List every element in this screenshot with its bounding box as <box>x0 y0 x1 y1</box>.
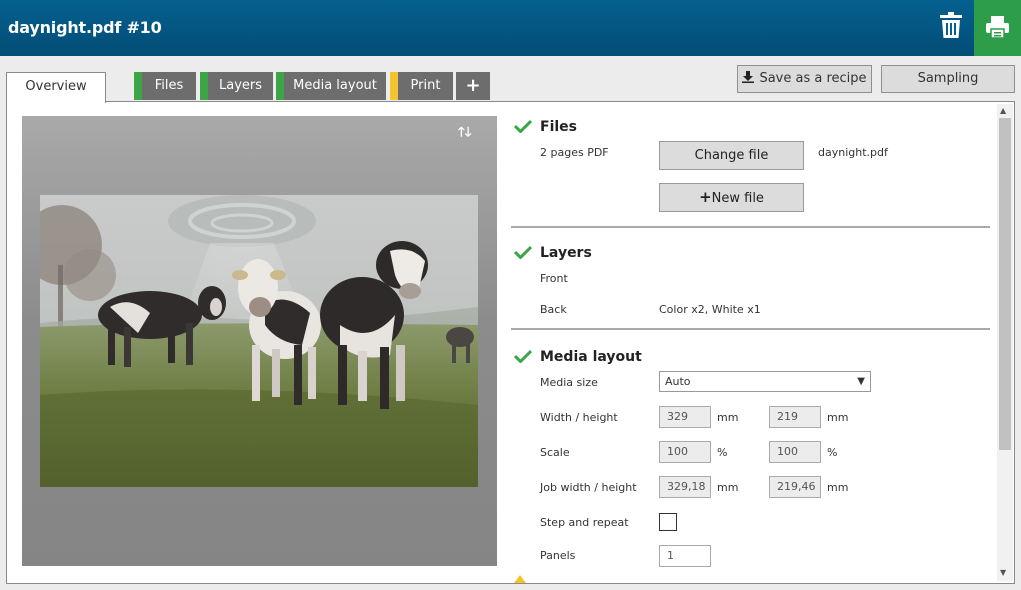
trash-icon[interactable] <box>940 12 962 38</box>
files-check-icon <box>514 119 532 133</box>
job-size-label: Job width / height <box>540 481 637 494</box>
new-file-label: New file <box>711 191 764 206</box>
step-repeat-checkbox[interactable] <box>659 513 677 531</box>
job-height-field[interactable]: 219,46 <box>769 476 821 498</box>
change-file-label: Change file <box>694 148 769 163</box>
save-as-recipe-button[interactable]: Save as a recipe <box>737 65 872 93</box>
media-size-label: Media size <box>540 376 598 389</box>
print-button[interactable] <box>974 0 1021 56</box>
tab-layers-status <box>200 72 208 100</box>
media-size-value: Auto <box>665 375 691 388</box>
job-width-field[interactable]: 329,18 <box>659 476 711 498</box>
flip-arrows-icon[interactable]: 🡑🡓 <box>458 123 472 145</box>
files-section-title: Files <box>540 119 577 135</box>
scale-label: Scale <box>540 446 570 459</box>
job-height-unit: mm <box>827 481 849 494</box>
download-icon <box>742 71 755 83</box>
media-check-icon <box>514 349 532 363</box>
height-field[interactable]: 219 <box>769 406 821 428</box>
section-divider <box>511 226 990 228</box>
scale-x-field[interactable]: 100 <box>659 441 711 463</box>
tab-media-label: Media layout <box>293 78 377 93</box>
plus-icon: + <box>465 75 481 96</box>
tab-overview[interactable]: Overview <box>6 72 106 103</box>
tab-print-label: Print <box>410 78 441 93</box>
media-section-title: Media layout <box>540 349 642 365</box>
save-as-recipe-label: Save as a recipe <box>759 71 867 86</box>
scale-y-unit: % <box>827 446 838 459</box>
scale-x-unit: % <box>717 446 728 459</box>
tab-files-label: Files <box>154 78 184 93</box>
scale-y-field[interactable]: 100 <box>769 441 821 463</box>
scroll-up-icon[interactable]: ▲ <box>1000 106 1006 115</box>
files-info: 2 pages PDF <box>540 146 609 159</box>
scroll-down-icon[interactable]: ▼ <box>1000 568 1006 577</box>
section-divider <box>511 328 990 330</box>
preview-image <box>40 195 478 487</box>
chevron-down-icon: ▼ <box>857 376 865 387</box>
layers-section-title: Layers <box>540 245 592 261</box>
width-unit: mm <box>717 411 739 424</box>
job-width-unit: mm <box>717 481 739 494</box>
layers-back-label: Back <box>540 303 567 316</box>
tab-layers-label: Layers <box>218 78 263 93</box>
title-bar: daynight.pdf #10 <box>0 0 1021 56</box>
printer-icon <box>986 16 1009 38</box>
change-file-button[interactable]: Change file <box>659 141 804 170</box>
tab-files-status <box>134 72 142 100</box>
width-height-label: Width / height <box>540 411 618 424</box>
sampling-label: Sampling <box>917 71 979 86</box>
tab-overview-label: Overview <box>25 79 87 94</box>
tab-print-status <box>390 72 398 100</box>
scrollbar-thumb[interactable] <box>999 118 1011 450</box>
height-unit: mm <box>827 411 849 424</box>
tab-media-layout[interactable]: Media layout <box>276 72 386 100</box>
window-title: daynight.pdf #10 <box>8 18 162 37</box>
tab-media-status <box>276 72 284 100</box>
plus-icon: + <box>699 188 712 206</box>
layers-check-icon <box>514 245 532 259</box>
sampling-button[interactable]: Sampling <box>881 65 1015 93</box>
tab-layers[interactable]: Layers <box>200 72 273 100</box>
warning-icon <box>514 575 526 583</box>
tab-files[interactable]: Files <box>134 72 196 100</box>
tab-print[interactable]: Print <box>390 72 453 100</box>
layers-back-value: Color x2, White x1 <box>659 303 761 316</box>
new-file-button[interactable]: +New file <box>659 183 804 212</box>
media-size-select[interactable]: Auto ▼ <box>659 371 871 392</box>
width-field[interactable]: 329 <box>659 406 711 428</box>
panels-label: Panels <box>540 549 576 562</box>
panels-field[interactable]: 1 <box>659 545 711 567</box>
layers-front-label: Front <box>540 272 568 285</box>
step-repeat-label: Step and repeat <box>540 516 629 529</box>
add-tab-button[interactable]: + <box>456 72 490 100</box>
file-name: daynight.pdf <box>818 146 888 159</box>
